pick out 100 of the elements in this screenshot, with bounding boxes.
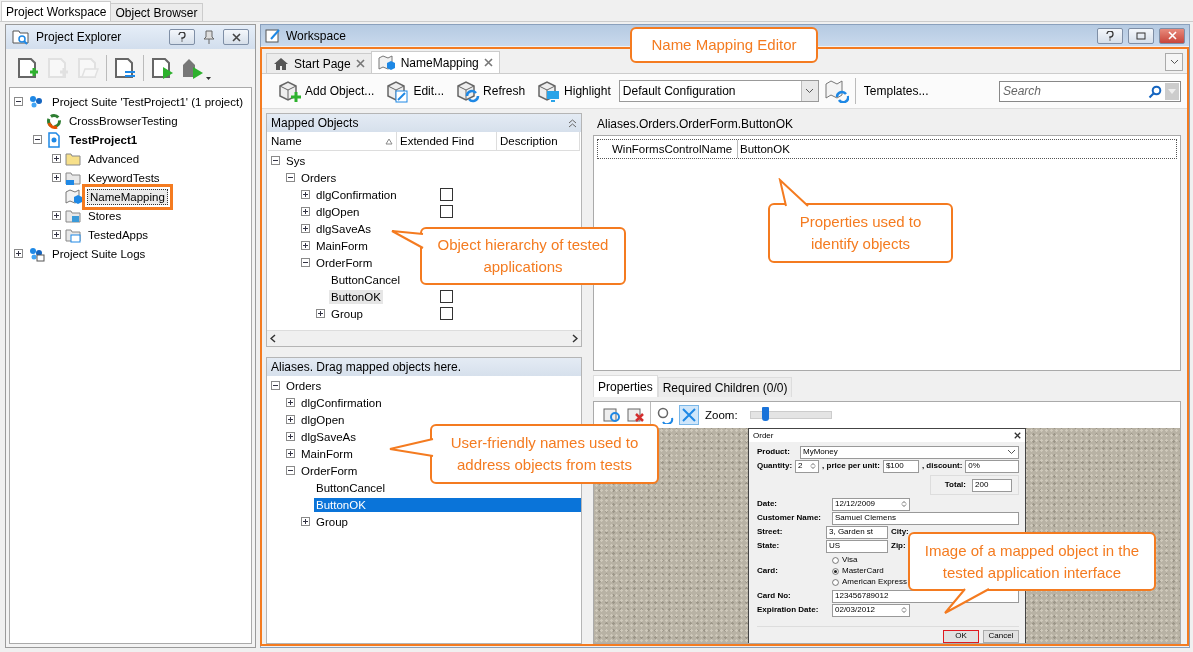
close-button[interactable] [1159, 27, 1185, 44]
checkbox[interactable] [439, 205, 453, 218]
tree-item[interactable]: dlgSaveAs [314, 221, 373, 236]
tree-item[interactable]: dlgSaveAs [299, 429, 358, 444]
tree-item[interactable]: ButtonCancel [314, 480, 388, 495]
tree-item[interactable]: Stores [85, 207, 125, 224]
tree-item[interactable]: Sys [284, 153, 308, 168]
dialog-button[interactable]: Cancel [983, 629, 1019, 643]
state-field[interactable]: US [826, 539, 888, 553]
property-tab[interactable]: Properties [593, 375, 658, 397]
street-field[interactable]: 3, Garden st [826, 525, 888, 539]
toolbar-button[interactable] [113, 55, 137, 81]
tree-item[interactable]: Orders [299, 170, 339, 185]
expiration-field[interactable]: 02/03/2012 [832, 603, 910, 617]
tree-item[interactable]: KeywordTests [85, 169, 163, 186]
tree-item[interactable]: Orders [284, 378, 324, 393]
expander-toggle[interactable] [286, 432, 295, 441]
expander-toggle[interactable] [271, 156, 280, 165]
close-button[interactable] [223, 29, 249, 45]
expander-toggle[interactable] [301, 241, 310, 250]
expander-toggle[interactable] [33, 135, 42, 144]
tree-item[interactable]: Advanced [85, 150, 143, 167]
date-field[interactable]: 12/12/2009 [832, 497, 910, 511]
tree-item[interactable]: Group [314, 514, 350, 529]
property-value[interactable]: ButtonOK [738, 140, 1176, 158]
tree-item[interactable]: TestedApps [85, 226, 152, 243]
tree-item[interactable]: Project Suite 'TestProject1' (1 project) [49, 93, 247, 110]
workspace-tab[interactable]: Object Browser [110, 3, 203, 21]
tree-item[interactable]: CrossBrowserTesting [66, 112, 181, 129]
tree-item[interactable]: ButtonCancel [329, 272, 403, 287]
price-field[interactable]: $100 [882, 459, 919, 473]
expander-toggle[interactable] [14, 97, 23, 106]
card-radio[interactable]: American Express [832, 577, 907, 587]
discount-field[interactable]: 0% [965, 459, 1019, 473]
quantity-field[interactable]: 2 [795, 459, 820, 473]
image-refresh-button[interactable] [602, 406, 622, 424]
customer-field[interactable]: Samuel Clemens [832, 511, 1019, 525]
card-radio[interactable]: MasterCard [832, 566, 907, 576]
tree-item[interactable]: ButtonOK [314, 497, 581, 512]
expander-toggle[interactable] [271, 381, 280, 390]
toolbar-button[interactable]: Refresh [452, 79, 528, 103]
document-tab[interactable]: NameMapping [370, 51, 500, 73]
tree-item[interactable]: MainForm [314, 238, 370, 253]
checkbox[interactable] [439, 188, 453, 201]
configuration-select[interactable]: Default Configuration [618, 80, 819, 102]
tree-item[interactable]: OrderForm [314, 255, 375, 270]
tree-item[interactable]: Project Suite Logs [49, 245, 149, 262]
column-header[interactable]: Name [268, 132, 397, 150]
tree-item[interactable]: MainForm [299, 446, 355, 461]
expander-toggle[interactable] [52, 211, 61, 220]
column-header[interactable]: Extended Find [397, 132, 497, 150]
expander-toggle[interactable] [301, 207, 310, 216]
toolbar-button[interactable] [150, 55, 174, 81]
tabs-menu-button[interactable] [1165, 53, 1183, 71]
toolbar-button[interactable]: Add Object... [274, 79, 377, 103]
help-button[interactable] [169, 29, 195, 45]
column-header[interactable]: Description [497, 132, 580, 150]
expander-toggle[interactable] [286, 449, 295, 458]
tree-item[interactable]: dlgOpen [299, 412, 347, 427]
document-tab[interactable]: Start Page [266, 53, 372, 73]
expander-toggle[interactable] [316, 309, 325, 318]
tree-item[interactable]: Group [329, 306, 365, 321]
toolbar-button[interactable]: Highlight [533, 79, 613, 103]
expander-toggle[interactable] [52, 230, 61, 239]
rotate-button[interactable] [655, 406, 675, 424]
dialog-button[interactable]: OK [943, 629, 979, 643]
product-select[interactable]: MyMoney [800, 445, 1019, 459]
checkbox[interactable] [439, 290, 453, 303]
expander-toggle[interactable] [52, 154, 61, 163]
expander-toggle[interactable] [301, 258, 310, 267]
toolbar-button[interactable]: Edit... [382, 79, 447, 103]
expander-toggle[interactable] [52, 173, 61, 182]
templates-button[interactable]: Templates... [861, 84, 931, 98]
tree-item[interactable]: dlgOpen [314, 204, 362, 219]
help-button[interactable] [1097, 27, 1123, 44]
search-field[interactable]: Search [999, 80, 1181, 102]
expander-toggle[interactable] [286, 415, 295, 424]
expander-toggle[interactable] [286, 173, 295, 182]
slider-thumb[interactable] [762, 407, 769, 421]
map-refresh-button[interactable] [824, 79, 849, 103]
total-field[interactable]: 200 [972, 478, 1012, 492]
expander-toggle[interactable] [301, 517, 310, 526]
pin-button[interactable] [201, 29, 217, 45]
expander-toggle[interactable] [301, 190, 310, 199]
property-tab[interactable]: Required Children (0/0) [657, 377, 793, 397]
tree-item[interactable]: OrderForm [299, 463, 360, 478]
tree-item[interactable]: dlgConfirmation [299, 395, 384, 410]
expander-toggle[interactable] [14, 249, 23, 258]
tree-item[interactable]: ButtonOK [329, 289, 383, 304]
toolbar-button[interactable] [16, 55, 40, 81]
scrollbar[interactable] [267, 330, 581, 346]
checkbox[interactable] [439, 307, 453, 320]
image-delete-button[interactable] [626, 406, 646, 424]
tree-item[interactable]: dlgConfirmation [314, 187, 399, 202]
expander-toggle[interactable] [286, 398, 295, 407]
expander-toggle[interactable] [286, 466, 295, 475]
expander-toggle[interactable] [301, 224, 310, 233]
fit-button[interactable] [679, 405, 699, 425]
workspace-tab[interactable]: Project Workspace [1, 1, 112, 21]
tree-item[interactable]: TestProject1 [66, 131, 141, 148]
